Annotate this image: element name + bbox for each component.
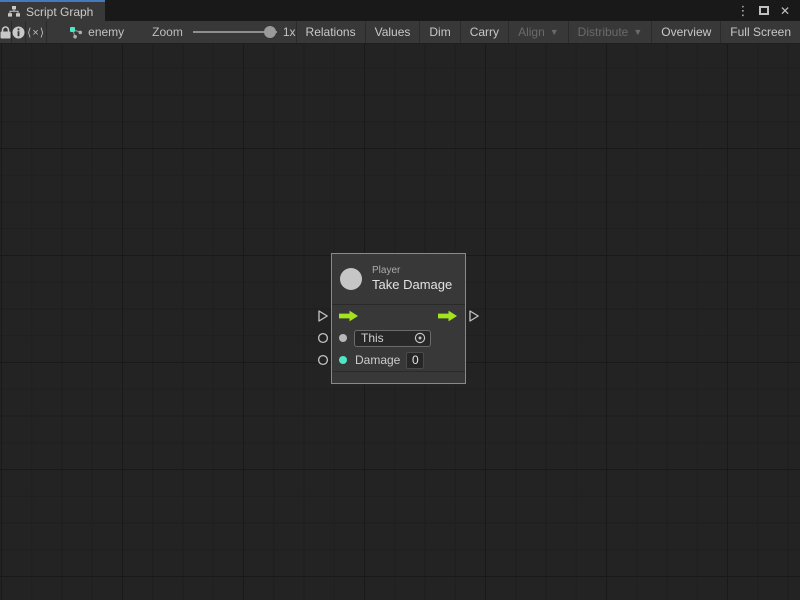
damage-label: Damage bbox=[355, 353, 400, 367]
lock-icon bbox=[0, 26, 11, 39]
dim-button[interactable]: Dim bbox=[419, 21, 459, 43]
zoom-value-label: 1x bbox=[283, 25, 296, 39]
zoom-group: Zoom 1x bbox=[152, 21, 295, 43]
overview-button[interactable]: Overview bbox=[651, 21, 720, 43]
info-button[interactable] bbox=[12, 21, 26, 43]
input-row-damage: Damage 0 bbox=[332, 349, 465, 371]
control-input-port[interactable] bbox=[317, 309, 329, 323]
node-take-damage[interactable]: Player Take Damage This bbox=[317, 253, 480, 384]
graph-canvas[interactable]: Player Take Damage This bbox=[0, 44, 800, 600]
graph-toolbar: ⟨×⟩ enemy Zoom 1x Relations Values Dim C… bbox=[0, 21, 800, 44]
this-object-field[interactable]: This bbox=[354, 330, 431, 347]
zoom-slider[interactable] bbox=[193, 26, 277, 38]
lock-button[interactable] bbox=[0, 21, 12, 43]
graph-name-label: enemy bbox=[88, 25, 124, 39]
node-footer bbox=[332, 371, 465, 382]
toolbar-buttons: Relations Values Dim Carry Align ▼ Distr… bbox=[296, 21, 800, 43]
info-icon bbox=[12, 26, 25, 39]
script-graph-asset-icon bbox=[69, 26, 83, 39]
tab-label: Script Graph bbox=[26, 5, 93, 19]
graph-hierarchy-icon bbox=[8, 6, 20, 17]
unit-icon bbox=[340, 268, 362, 290]
maximize-button[interactable] bbox=[757, 3, 771, 19]
close-button[interactable]: ✕ bbox=[778, 3, 792, 19]
control-enter-arrow-icon[interactable] bbox=[339, 310, 359, 322]
node-context-label: Player bbox=[372, 265, 452, 278]
distribute-dropdown-button[interactable]: Distribute ▼ bbox=[568, 21, 652, 43]
values-button[interactable]: Values bbox=[365, 21, 420, 43]
node-title-label: Take Damage bbox=[372, 277, 452, 293]
control-output-port[interactable] bbox=[468, 309, 480, 323]
graph-reference[interactable]: enemy bbox=[69, 21, 124, 43]
node-titles: Player Take Damage bbox=[372, 265, 452, 294]
control-flow-row bbox=[332, 305, 465, 327]
damage-value-input[interactable]: 0 bbox=[406, 352, 424, 369]
relations-button[interactable]: Relations bbox=[296, 21, 365, 43]
input-row-this: This bbox=[332, 327, 465, 349]
full-screen-button[interactable]: Full Screen bbox=[720, 21, 800, 43]
zoom-slider-handle[interactable] bbox=[264, 26, 276, 38]
chevron-down-icon: ▼ bbox=[633, 27, 642, 37]
tab-script-graph[interactable]: Script Graph bbox=[0, 0, 105, 21]
tab-bar: Script Graph ⋮ ✕ bbox=[0, 0, 800, 21]
align-dropdown-button[interactable]: Align ▼ bbox=[508, 21, 568, 43]
carry-button[interactable]: Carry bbox=[460, 21, 508, 43]
this-port-dot[interactable] bbox=[339, 334, 347, 342]
code-preview-button[interactable]: ⟨×⟩ bbox=[26, 21, 47, 43]
damage-port-dot[interactable] bbox=[339, 356, 347, 364]
chevron-down-icon: ▼ bbox=[550, 27, 559, 37]
node-body[interactable]: Player Take Damage This bbox=[331, 253, 466, 384]
script-graph-window: Script Graph ⋮ ✕ ⟨×⟩ bbox=[0, 0, 800, 600]
node-header[interactable]: Player Take Damage bbox=[332, 254, 465, 305]
this-field-label: This bbox=[361, 331, 414, 345]
zoom-label: Zoom bbox=[152, 25, 183, 39]
control-exit-arrow-icon[interactable] bbox=[438, 310, 458, 322]
window-controls: ⋮ ✕ bbox=[736, 0, 800, 21]
value-input-port-damage[interactable] bbox=[317, 354, 329, 366]
window-menu-button[interactable]: ⋮ bbox=[736, 3, 750, 19]
value-input-port-this[interactable] bbox=[317, 332, 329, 344]
object-picker-icon[interactable] bbox=[414, 332, 426, 344]
maximize-icon bbox=[759, 6, 769, 15]
